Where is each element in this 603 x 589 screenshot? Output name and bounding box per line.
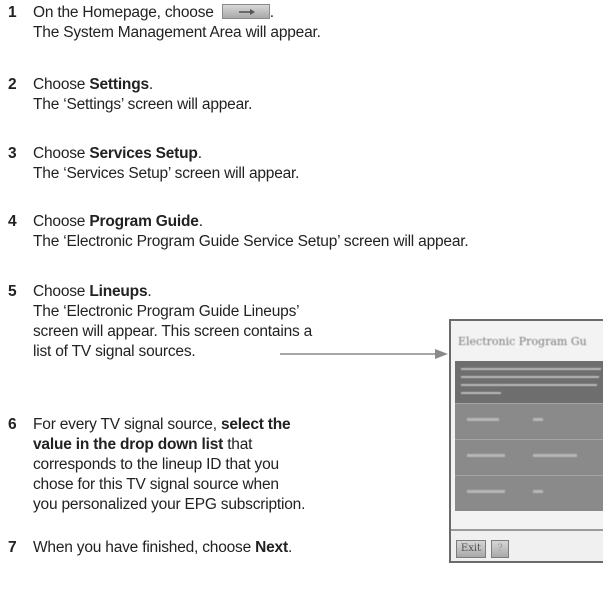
step-number: 4 [8,213,17,230]
arrow-right-icon [280,349,448,359]
screen-footer: Exit ? [451,529,603,561]
step-number: 1 [8,4,17,21]
lineup-row-label [467,490,505,493]
step-result: The ‘Services Setup’ screen will appear. [33,165,300,182]
step-number: 6 [8,416,17,433]
panel-instructions [455,361,603,403]
menu-option-lineups: Lineups [89,283,148,300]
step-action-line: For every TV signal source, select the [33,416,291,433]
epg-lineups-screenshot: Electronic Program Gu Exit ? [449,319,603,563]
lineup-dropdown[interactable] [533,418,543,421]
step-action: Choose Lineups. [33,283,152,300]
screen-title: Electronic Program Gu [458,335,587,348]
step-result-line: screen will appear. This screen contains… [33,323,313,340]
lineup-row-label [467,454,505,457]
button-reference-next: Next [255,539,288,556]
step-number: 2 [8,76,17,93]
step-result: The System Management Area will appear. [33,24,321,41]
step-result-line: list of TV signal sources. [33,343,196,360]
lineup-row-label [467,418,499,421]
menu-option-program-guide: Program Guide [89,213,199,230]
step-action-line: you personalized your EPG subscription. [33,496,306,513]
lineup-dropdown[interactable] [533,490,543,493]
menu-option-services-setup: Services Setup [89,145,198,162]
step-action: Choose Services Setup. [33,145,202,162]
menu-option-settings: Settings [89,76,149,93]
system-management-button[interactable] [221,4,270,19]
system-management-arrow-icon [238,9,255,15]
step-action: On the Homepage, choose [33,4,214,21]
step-number: 7 [8,539,17,556]
step-result: The ‘Electronic Program Guide Service Se… [33,233,469,250]
step-action: Choose Program Guide. [33,213,203,230]
step-action-line: value in the drop down list that [33,436,253,453]
lineup-dropdown[interactable] [533,454,577,457]
step-action: Choose Settings. [33,76,153,93]
help-button[interactable]: ? [491,540,509,558]
exit-button[interactable]: Exit [456,540,486,558]
step-number: 5 [8,283,17,300]
step-action: When you have finished, choose Next. [33,539,293,556]
step-action-line: corresponds to the lineup ID that you [33,456,279,473]
step-action-line: chose for this TV signal source when [33,476,279,493]
step-result-line: The ‘Electronic Program Guide Lineups’ [33,303,300,320]
step-result: The ‘Settings’ screen will appear. [33,96,253,113]
lineups-panel [455,361,603,511]
step-number: 3 [8,145,17,162]
